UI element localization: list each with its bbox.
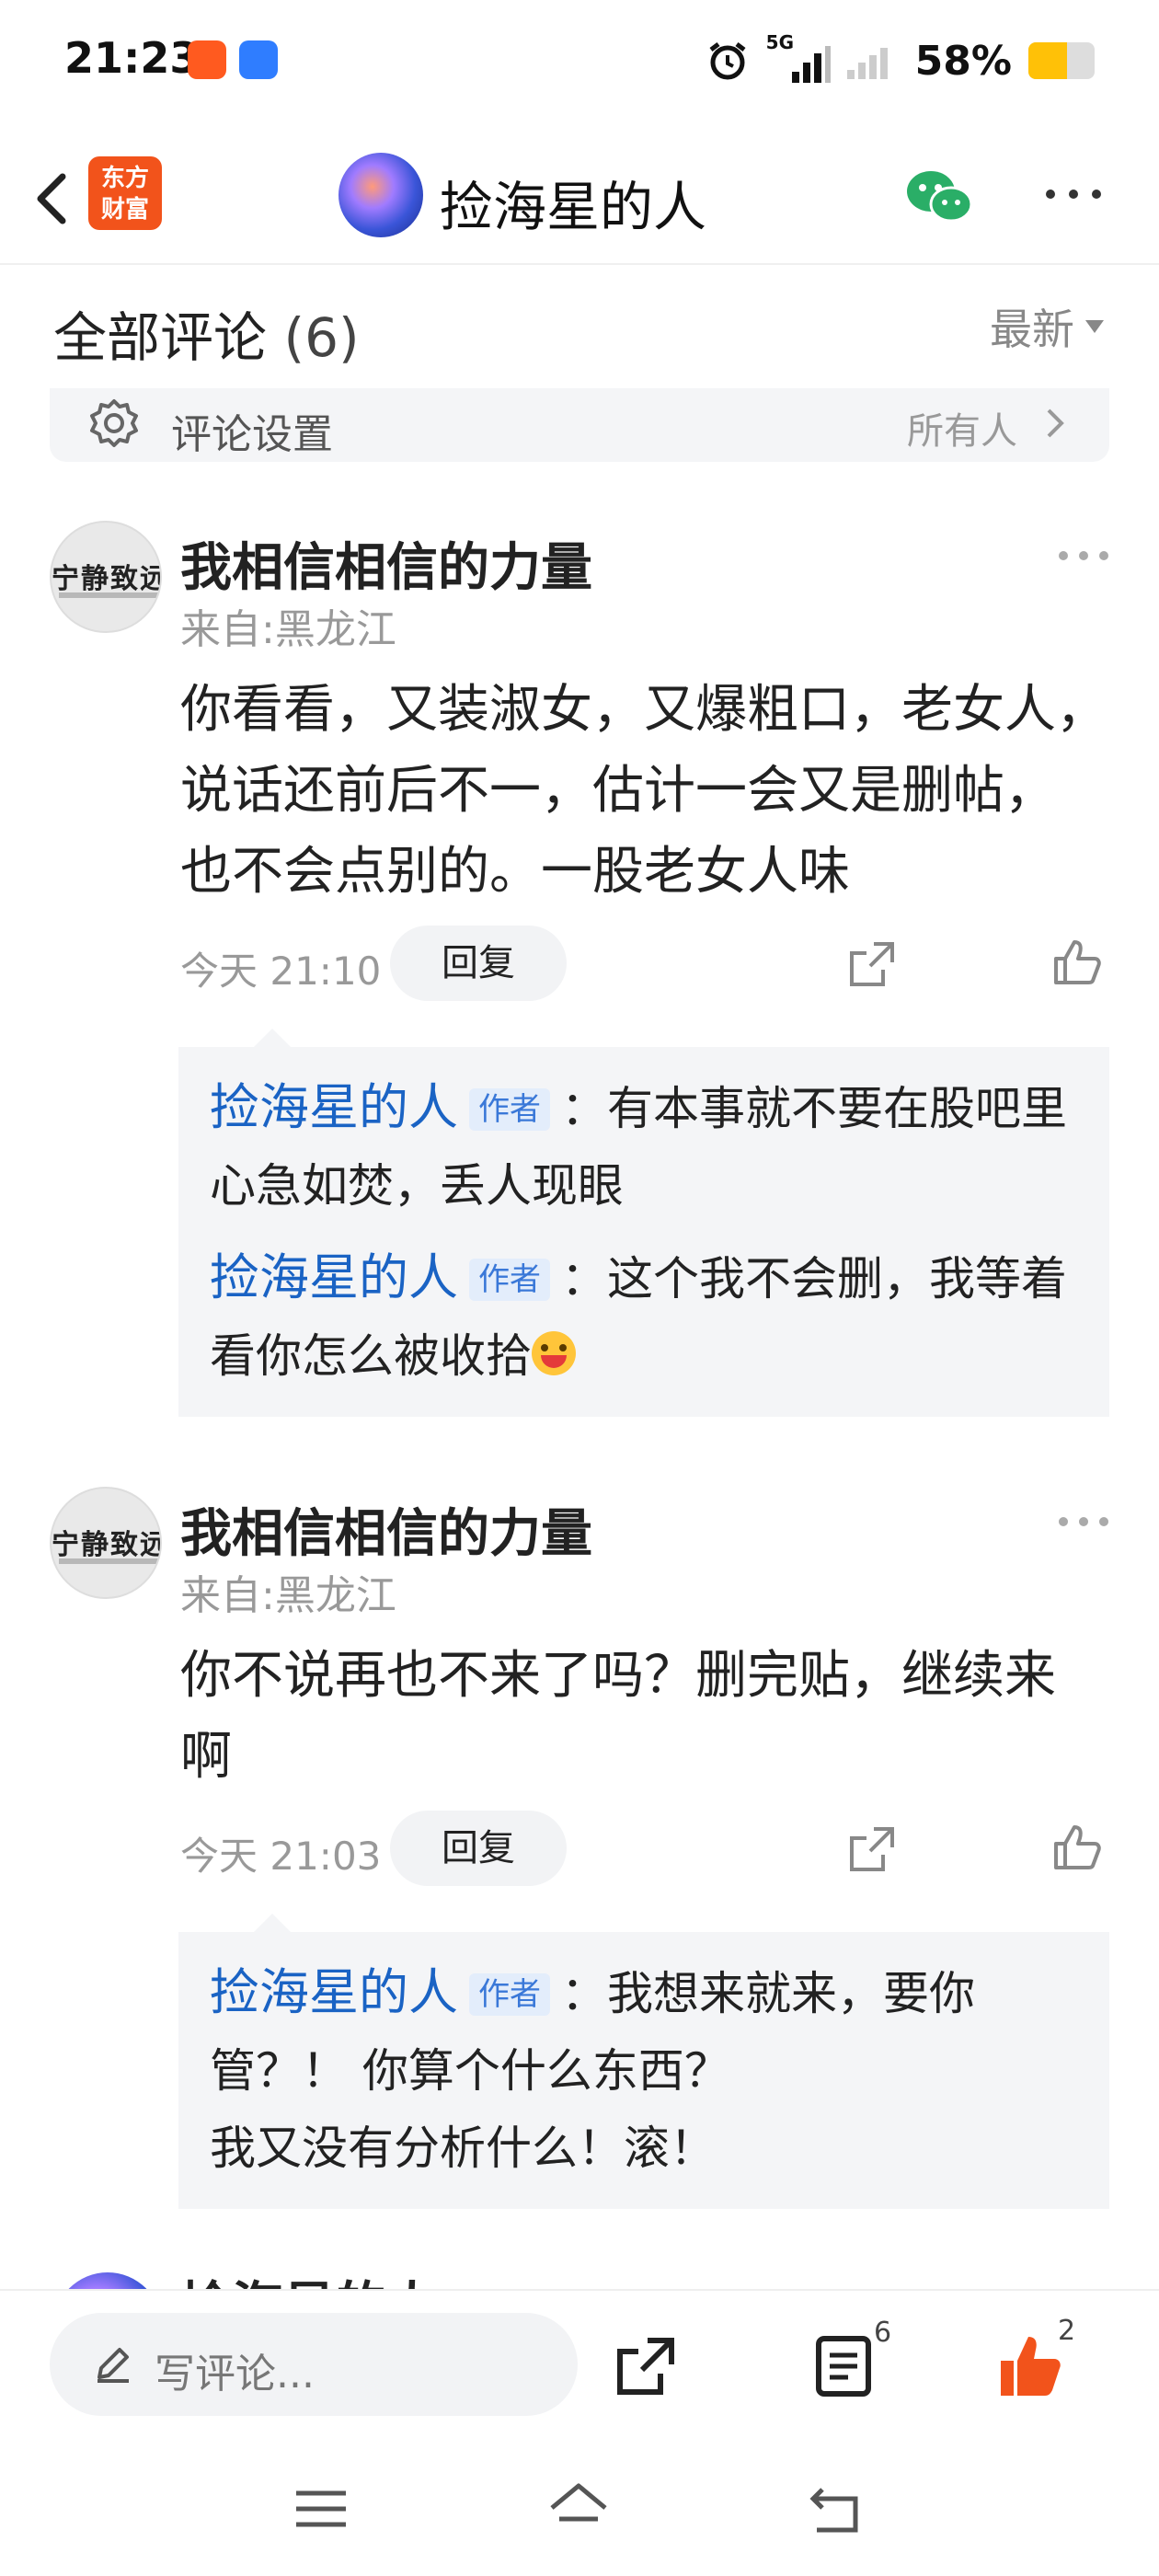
- system-nav-bar: [0, 2440, 1159, 2576]
- avatar-underline: [59, 592, 160, 598]
- avatar-calligraphy: 宁静致远: [52, 1529, 162, 1561]
- comment-settings-row[interactable]: 评论设置 所有人: [50, 388, 1109, 462]
- comment-text: 你看看，又装淑女，又爆粗口，老女人， 说话还前后不一，估计一会又是删帖， 也不会…: [180, 670, 1109, 913]
- replies-box: 捡海星的人 作者 ：有本事就不要在股吧里心急如焚，丢人现眼 捡海星的人 作者 ：这个我不…: [178, 1029, 1109, 1417]
- write-comment-placeholder: 写评论...: [155, 2351, 315, 2398]
- chevron-right-icon: [1047, 408, 1064, 438]
- reply-button[interactable]: 回复: [390, 926, 567, 1001]
- avatar-underline: [59, 1558, 160, 1564]
- status-right: 5G 58%: [706, 31, 1095, 88]
- more-icon[interactable]: [1056, 1512, 1111, 1531]
- back-icon[interactable]: [22, 162, 86, 236]
- reply-item-continued: 我又没有分析什么！滚！: [210, 2110, 1073, 2187]
- signal-icon: 5G: [766, 31, 831, 83]
- commenter-name[interactable]: 我相信相信的力量: [180, 526, 592, 601]
- author-badge: 作者: [469, 1258, 550, 1301]
- signal-icon-2: [846, 42, 899, 79]
- comments-header: 全部评论 (6): [53, 294, 360, 372]
- comment-time: 今天 21:03: [180, 1834, 382, 1879]
- comment-text-line: 你看看，又装淑女，又爆粗口，老女人，: [180, 680, 1107, 740]
- like-icon[interactable]: [1050, 937, 1102, 988]
- reply-author-name[interactable]: 捡海星的人: [210, 1248, 458, 1306]
- notification-app-icon: [239, 40, 278, 79]
- pen-icon: [98, 2348, 129, 2383]
- bottom-action-bar: 写评论... 6 2: [0, 2289, 1159, 2438]
- comments-count: (6): [283, 306, 360, 369]
- status-time: 21:23: [64, 33, 200, 83]
- brand-line-1: 东方: [100, 165, 149, 192]
- sort-label: 最新: [990, 305, 1074, 354]
- comment-count-badge: 6: [874, 2317, 892, 2349]
- comment-text: 你不说再也不来了吗？删完贴，继续来 啊: [180, 1636, 1109, 1798]
- battery-icon: [1028, 42, 1095, 79]
- reply-item[interactable]: 捡海星的人 作者 ：我想来就来，要你管？！ 你算个什么东西？: [210, 1954, 1073, 2110]
- reply-item[interactable]: 捡海星的人 作者 ：有本事就不要在股吧里心急如焚，丢人现眼: [210, 1069, 1073, 1225]
- more-icon[interactable]: [1056, 546, 1111, 565]
- reply-item[interactable]: 捡海星的人 作者 ：这个我不会删，我等着看你怎么被收拾: [210, 1239, 1073, 1395]
- status-bar: 21:23 5G 58%: [0, 0, 1159, 125]
- wechat-icon[interactable]: [903, 166, 977, 230]
- alarm-icon: [709, 42, 746, 80]
- comment-text-line: 说话还前后不一，估计一会又是删帖，: [180, 761, 1056, 821]
- notification-app-icon: [188, 40, 226, 79]
- reply-text: 我又没有分析什么！滚！: [210, 2122, 716, 2175]
- commenter-location: 来自:黑龙江: [180, 1572, 396, 1619]
- share-icon[interactable]: [611, 2331, 681, 2401]
- home-icon[interactable]: [546, 2477, 611, 2541]
- comment-list-icon[interactable]: [809, 2331, 879, 2401]
- brand-line-2: 财富: [100, 196, 149, 224]
- like-count-badge: 2: [1058, 2315, 1076, 2347]
- settings-label: 评论设置: [171, 411, 333, 458]
- network-type: 5G: [765, 31, 795, 53]
- top-nav-bar: 东方 财富 捡海星的人: [0, 125, 1159, 265]
- commenter-avatar[interactable]: 宁静致远: [50, 521, 162, 633]
- comment-time: 今天 21:10: [180, 949, 382, 994]
- eastmoney-logo[interactable]: 东方 财富: [88, 156, 162, 230]
- settings-value: 所有人: [907, 410, 1017, 453]
- page-title[interactable]: 捡海星的人: [440, 164, 706, 241]
- comment-text-line: 啊: [180, 1727, 232, 1787]
- reply-author-name[interactable]: 捡海星的人: [210, 1078, 458, 1136]
- commenter-location: 来自:黑龙江: [180, 606, 396, 653]
- back-nav-icon[interactable]: [804, 2477, 868, 2541]
- triangle-down-icon: [1085, 320, 1104, 333]
- like-filled-icon[interactable]: [995, 2331, 1065, 2401]
- comments-title: 全部评论: [53, 306, 268, 369]
- replies-box: 捡海星的人 作者 ：我想来就来，要你管？！ 你算个什么东西？ 我又没有分析什么！滚！: [178, 1914, 1109, 2209]
- battery-percent: 58%: [914, 37, 1012, 85]
- comment-text-line: 也不会点别的。一股老女人味: [180, 842, 850, 902]
- author-avatar[interactable]: [339, 153, 423, 237]
- reply-button[interactable]: 回复: [390, 1811, 567, 1886]
- gear-icon: [90, 399, 138, 447]
- comment-text-line: 你不说再也不来了吗？删完贴，继续来: [180, 1646, 1056, 1706]
- commenter-name[interactable]: 我相信相信的力量: [180, 1492, 592, 1567]
- share-icon[interactable]: [846, 938, 898, 990]
- avatar-calligraphy: 宁静致远: [52, 563, 162, 595]
- sort-dropdown[interactable]: 最新: [990, 296, 1104, 357]
- reply-author-name[interactable]: 捡海星的人: [210, 1963, 458, 2021]
- write-comment-input[interactable]: 写评论...: [50, 2313, 578, 2416]
- commenter-avatar[interactable]: 宁静致远: [50, 1487, 162, 1599]
- like-icon[interactable]: [1050, 1822, 1102, 1873]
- grinning-emoji-icon: [532, 1331, 576, 1375]
- more-icon[interactable]: [1041, 180, 1106, 208]
- menu-icon[interactable]: [289, 2477, 353, 2541]
- author-badge: 作者: [469, 1087, 550, 1131]
- author-badge: 作者: [469, 1972, 550, 2016]
- share-icon[interactable]: [846, 1823, 898, 1875]
